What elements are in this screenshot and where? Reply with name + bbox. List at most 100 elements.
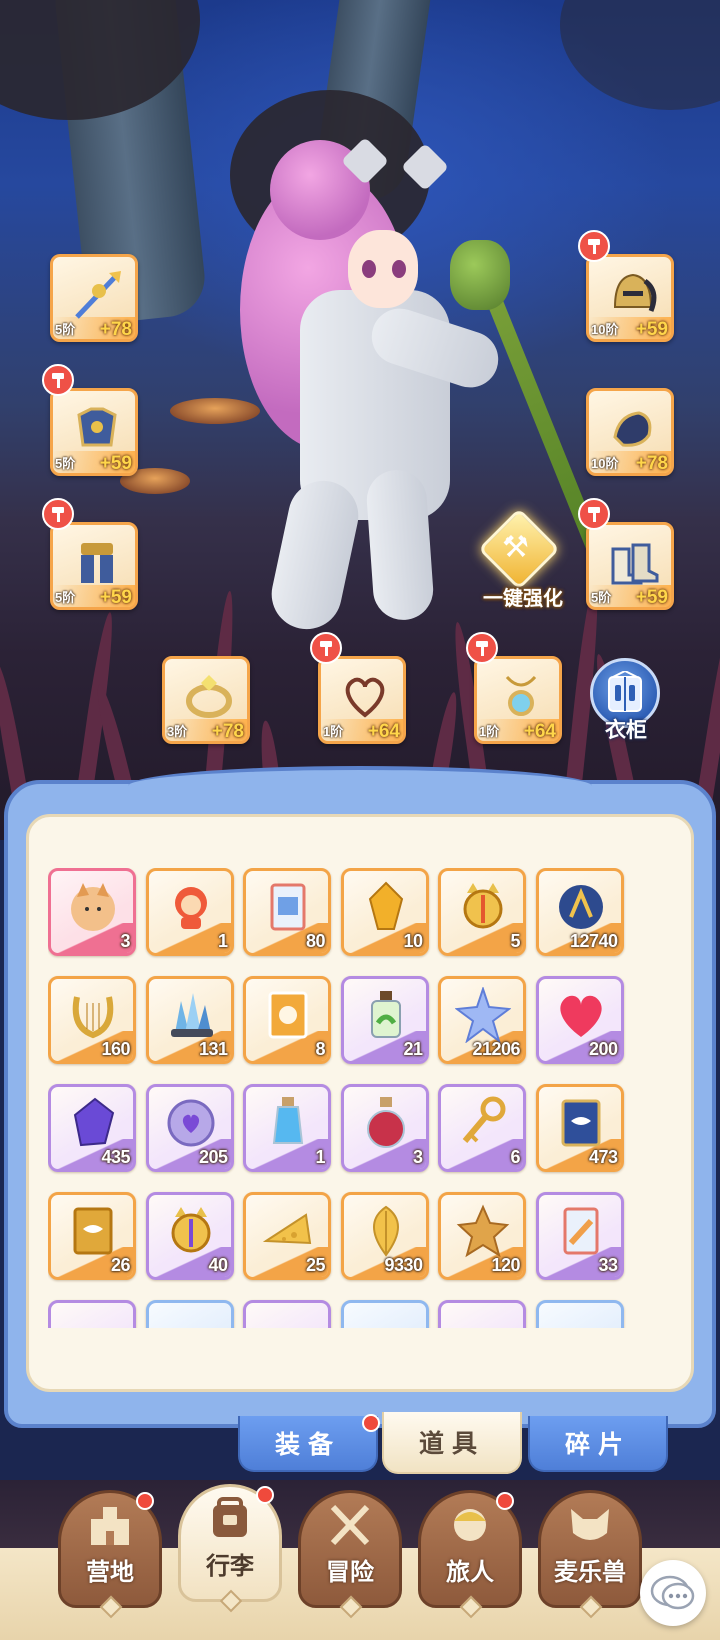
dark-stone-icon [455, 1311, 511, 1328]
upgrade-available-hammer-icon[interactable] [310, 632, 342, 664]
inventory-item[interactable]: 200 [535, 976, 624, 1064]
golden-spear-icon [69, 267, 125, 323]
inventory-item[interactable] [243, 1300, 331, 1328]
red-book-icon [260, 1311, 316, 1328]
wardrobe-button[interactable]: 衣柜 [588, 658, 664, 748]
chest-armor-icon [69, 401, 125, 457]
inventory-item[interactable] [48, 1300, 136, 1328]
notification-dot [362, 1414, 380, 1432]
equip-slot-ring[interactable]: 3阶 +78 [162, 656, 250, 744]
one-click-upgrade-button[interactable]: ⚒ 一键强化 [468, 507, 568, 612]
basket-icon [358, 1311, 414, 1328]
inventory-item[interactable]: 12740 [535, 868, 624, 956]
item-count: 33 [598, 1255, 618, 1275]
traveler-portrait-icon [443, 1502, 497, 1548]
item-count: 9330 [384, 1255, 423, 1275]
upgrade-available-hammer-icon[interactable] [466, 632, 498, 664]
upgrade-available-hammer-icon[interactable] [42, 364, 74, 396]
subtab-0[interactable]: 装备 [238, 1416, 378, 1472]
item-count: 473 [588, 1147, 618, 1167]
inventory-item[interactable]: 21206 [438, 976, 526, 1064]
chat-bubble-icon [650, 1575, 695, 1610]
castle-icon [83, 1502, 137, 1548]
inventory-item[interactable]: 9330 [340, 1192, 429, 1280]
blue-ticket-pack-icon [553, 1203, 609, 1259]
equip-enhance-level: +78 [635, 453, 668, 474]
red-heart-icon [553, 987, 609, 1043]
item-count: 5 [510, 931, 520, 951]
equip-slot-gloves[interactable]: 10阶 +78 [586, 388, 674, 476]
green-potion-bottle-icon [358, 987, 414, 1043]
inventory-item[interactable]: 40 [145, 1192, 234, 1280]
item-count: 160 [101, 1039, 130, 1059]
inventory-item[interactable]: 25 [243, 1192, 331, 1280]
upgrade-available-hammer-icon[interactable] [578, 498, 610, 530]
inventory-item[interactable]: 33 [535, 1192, 624, 1280]
upgrade-available-hammer-icon[interactable] [42, 498, 74, 530]
chat-button[interactable] [640, 1560, 706, 1626]
subtab-1[interactable]: 道具 [382, 1412, 522, 1474]
equip-enhance-level: +64 [523, 721, 556, 742]
equip-slot-pants[interactable]: 5阶 +59 [50, 522, 138, 610]
inventory-item[interactable]: 5 [438, 868, 526, 956]
nav-4[interactable]: 麦乐兽 [538, 1490, 642, 1619]
inventory-item[interactable]: 6 [438, 1084, 526, 1172]
inventory-scroll-area[interactable]: 3 1 80 10 5 12740 160 131 8 21 21206 200 [48, 868, 658, 1328]
inventory-item[interactable]: 10 [340, 868, 429, 956]
item-count: 26 [110, 1255, 131, 1275]
inventory-item[interactable]: 131 [145, 976, 234, 1064]
inventory-item[interactable] [340, 1300, 429, 1328]
crossed-swords-icon [323, 1502, 377, 1548]
nav-label: 旅人 [446, 1558, 494, 1586]
subtab-2[interactable]: 碎片 [528, 1416, 668, 1472]
inventory-item[interactable]: 160 [48, 976, 136, 1064]
equip-slot-weapon[interactable]: 5阶 +78 [50, 254, 138, 342]
inventory-item[interactable]: 473 [535, 1084, 624, 1172]
face [348, 230, 418, 308]
inventory-item[interactable] [438, 1300, 526, 1328]
equip-slot-helmet[interactable]: 10阶 +59 [586, 254, 674, 342]
golden-leaf-icon [358, 1203, 414, 1259]
eye [392, 260, 406, 278]
equip-enhance-level: +78 [99, 319, 132, 340]
item-count: 8 [315, 1039, 325, 1059]
inventory-item[interactable]: 435 [48, 1084, 136, 1172]
inventory-item[interactable]: 120 [438, 1192, 526, 1280]
inventory-item[interactable] [145, 1300, 234, 1328]
inventory-item[interactable]: 1 [243, 1084, 331, 1172]
inventory-item[interactable]: 205 [145, 1084, 234, 1172]
costume-card-icon [260, 987, 316, 1043]
upgrade-available-hammer-icon[interactable] [578, 230, 610, 262]
heart-coin-icon [163, 1095, 219, 1151]
equip-slot-amulet[interactable]: 1阶 +64 [474, 656, 562, 744]
equip-tier: 1阶 [323, 724, 344, 739]
equip-tier: 5阶 [591, 590, 612, 605]
equip-tier: 5阶 [55, 322, 76, 337]
cat-ear-orb-orange-icon [455, 879, 511, 935]
inventory-item[interactable]: 1 [145, 868, 234, 956]
equip-tier: 10阶 [591, 456, 619, 471]
inventory-item[interactable] [535, 1300, 624, 1328]
nav-2[interactable]: 冒险 [298, 1490, 402, 1619]
item-count: 21 [403, 1039, 423, 1059]
inventory-item[interactable]: 8 [243, 976, 331, 1064]
boots-icon [605, 535, 661, 591]
purple-crystal-icon [65, 1095, 121, 1151]
item-count: 40 [208, 1255, 228, 1275]
item-count: 1 [217, 931, 228, 951]
inventory-item[interactable]: 26 [48, 1192, 136, 1280]
cat-ear-orb-purple-icon [163, 1203, 219, 1259]
equip-enhance-level: +59 [99, 587, 132, 608]
inventory-item[interactable]: 21 [340, 976, 429, 1064]
inventory-item[interactable]: 3 [48, 868, 136, 956]
nav-label: 麦乐兽 [554, 1558, 626, 1586]
equip-enhance-level: +59 [635, 587, 668, 608]
equip-slot-necklace[interactable]: 1阶 +64 [318, 656, 406, 744]
item-count: 205 [198, 1147, 228, 1167]
inventory-item[interactable]: 80 [243, 868, 331, 956]
inventory-item[interactable]: 3 [340, 1084, 429, 1172]
item-count: 200 [588, 1039, 618, 1059]
equip-slot-boots[interactable]: 5阶 +59 [586, 522, 674, 610]
equip-slot-armor[interactable]: 5阶 +59 [50, 388, 138, 476]
equip-tier: 10阶 [591, 322, 619, 337]
